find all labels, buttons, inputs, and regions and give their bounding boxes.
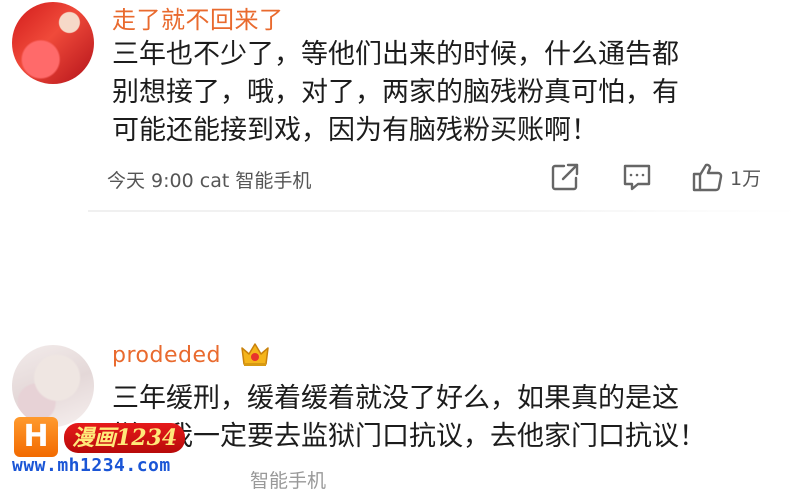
watermark-logo: H bbox=[14, 417, 58, 457]
watermark-url: www.mh1234.com bbox=[12, 455, 171, 476]
comment-icon bbox=[620, 160, 654, 194]
like-count: 1万 bbox=[730, 167, 762, 190]
divider bbox=[88, 210, 800, 212]
like-button[interactable]: 1万 bbox=[690, 160, 761, 194]
comment-text: 三年也不少了，等他们出来的时候，什么通告都 别想接了，哦，对了，两家的脑残粉真可… bbox=[112, 39, 679, 146]
comment-text: 三年缓刑，缓着缓着就没了好么，如果真的是这 样，我一定要去监狱门口抗议，去他家门… bbox=[112, 383, 706, 452]
watermark-title: 漫画1234 bbox=[64, 423, 186, 453]
comment-meta: 今天 9:00 cat 智能手机 bbox=[107, 170, 312, 192]
watermark: H 漫画1234 www.mh1234.com bbox=[0, 415, 210, 476]
crown-badge-icon bbox=[240, 340, 270, 368]
comment-username[interactable]: 走了就不回来了 bbox=[112, 0, 284, 35]
comment-button[interactable] bbox=[620, 160, 654, 194]
comment-username[interactable]: prodeded bbox=[112, 343, 221, 368]
avatar[interactable] bbox=[12, 2, 94, 84]
thumbs-up-icon bbox=[690, 160, 724, 194]
share-button[interactable] bbox=[548, 160, 582, 194]
share-icon bbox=[548, 160, 582, 194]
comment-meta: 智能手机 bbox=[250, 470, 327, 492]
